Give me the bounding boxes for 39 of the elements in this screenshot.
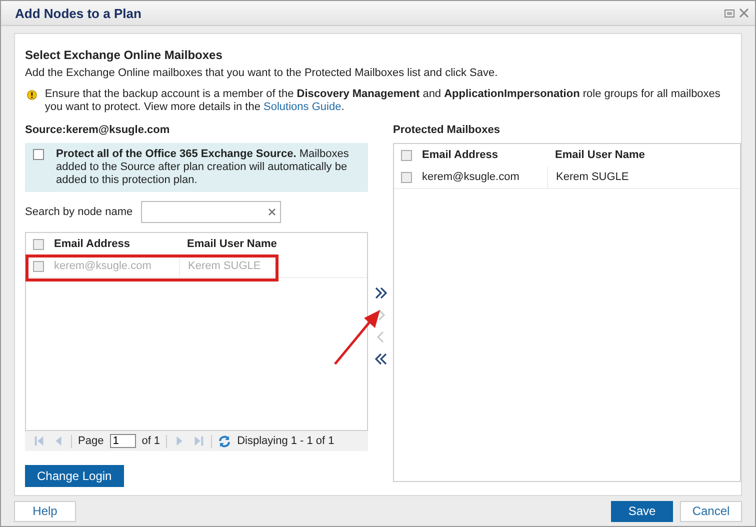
- source-label: Source:kerem@ksugle.com: [25, 124, 171, 136]
- page-count: of 1: [142, 435, 160, 448]
- checkbox[interactable]: [33, 239, 44, 250]
- search-label: Search by node name: [25, 206, 133, 218]
- page-field[interactable]: 1: [110, 434, 136, 448]
- column-header[interactable]: Email Address: [44, 238, 179, 250]
- display-count: Displaying 1 - 1 of 1: [237, 435, 334, 448]
- email-cell: kerem@ksugle.com: [412, 166, 548, 188]
- clear-icon[interactable]: [268, 208, 276, 216]
- annotation-arrow: [334, 310, 380, 365]
- close-icon[interactable]: [739, 8, 749, 18]
- search-field[interactable]: [140, 201, 281, 224]
- warning-icon: [27, 88, 37, 102]
- checkbox[interactable]: [401, 172, 412, 184]
- column-header[interactable]: Email Address: [412, 149, 547, 162]
- user-name-cell-text: Kerem SUGLE: [187, 260, 261, 272]
- mailbox-row[interactable]: kerem@ksugle.com Kerem SUGLE: [394, 166, 740, 190]
- protected-label: Protected Mailboxes: [393, 124, 501, 136]
- window-title: Add Nodes to a Plan: [15, 6, 142, 21]
- restore-icon[interactable]: [724, 8, 735, 18]
- column-header[interactable]: Email User Name: [179, 238, 277, 250]
- user-name-cell-text: Kerem SUGLE: [555, 171, 629, 184]
- double-chevron-icon[interactable]: [374, 352, 388, 366]
- help-button[interactable]: Help: [14, 500, 76, 522]
- description-text: Add the Exchange Online mailboxes that you want to the Protected Mailboxes list and click Save.: [25, 67, 499, 80]
- double-chevron-icon[interactable]: [374, 286, 388, 300]
- page-label: Page: [78, 435, 104, 448]
- change-login-button[interactable]: Change Login: [25, 465, 124, 488]
- solutions-guide-link[interactable]: Solutions Guide: [264, 101, 342, 114]
- column-header[interactable]: Email User Name: [547, 149, 645, 162]
- cancel-button[interactable]: Cancel: [680, 500, 742, 522]
- email-cell: kerem@ksugle.com: [44, 255, 180, 278]
- protect-all-text: Protect all of the Office 365 Exchange Source. Mailboxes added to the Source after plan creation will automatically be added to this protection plan.: [56, 148, 350, 188]
- warning-text: Ensure that the backup account is a member of the Discovery Management and ApplicationImpersonation role groups for all mailboxes you want to protect. View more details in the Solutions Guide.: [44, 88, 722, 114]
- checkbox[interactable]: [401, 150, 412, 162]
- refresh-icon[interactable]: [218, 434, 232, 448]
- section-heading: Select Exchange Online Mailboxes: [25, 48, 224, 62]
- checkbox[interactable]: [33, 149, 44, 160]
- save-button[interactable]: Save: [611, 500, 673, 522]
